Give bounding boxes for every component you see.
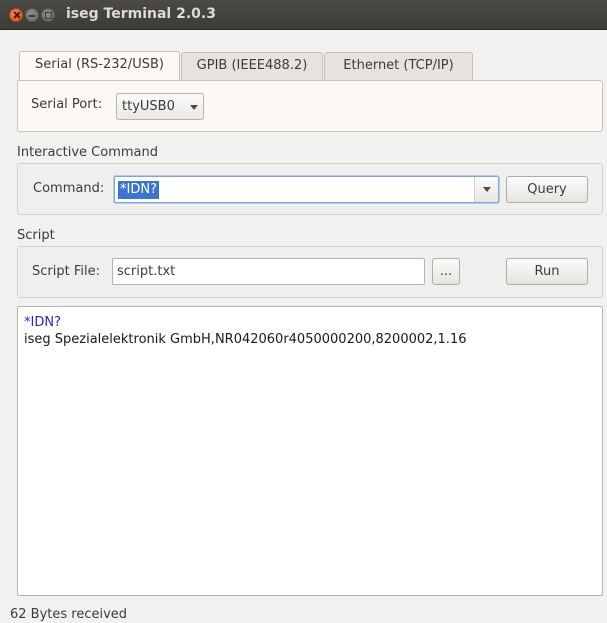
maximize-window-icon[interactable] [41, 8, 55, 22]
window-title: iseg Terminal 2.0.3 [66, 6, 216, 22]
status-bar: 62 Bytes received [10, 607, 128, 622]
tab-serial[interactable]: Serial (RS-232/USB) [19, 51, 180, 80]
output-command-line: *IDN? [24, 315, 61, 330]
query-button[interactable]: Query [506, 176, 588, 203]
script-file-value: script.txt [117, 264, 176, 279]
tab-ethernet[interactable]: Ethernet (TCP/IP) [324, 52, 473, 80]
chevron-down-icon [190, 105, 198, 110]
tab-gpib[interactable]: GPIB (IEEE488.2) [181, 52, 323, 80]
serial-port-select[interactable]: ttyUSB0 [116, 93, 204, 120]
minimize-window-icon[interactable] [25, 8, 39, 22]
serial-port-label: Serial Port: [31, 97, 103, 112]
serial-tab-panel: Serial Port: ttyUSB0 [17, 80, 603, 132]
run-button[interactable]: Run [506, 258, 588, 285]
script-file-input[interactable]: script.txt [112, 258, 425, 285]
command-value: *IDN? [118, 181, 159, 199]
command-input[interactable]: *IDN? [114, 176, 499, 203]
serial-port-value: ttyUSB0 [122, 99, 175, 114]
close-window-icon[interactable] [9, 8, 23, 22]
command-dropdown-button[interactable] [474, 177, 498, 202]
output-log[interactable]: *IDN? iseg Spezialelektronik GmbH,NR0420… [17, 306, 603, 596]
title-bar: iseg Terminal 2.0.3 [0, 0, 607, 30]
browse-button[interactable]: ... [432, 258, 460, 285]
script-title: Script [17, 228, 55, 243]
interactive-command-title: Interactive Command [17, 145, 158, 160]
output-response-line: iseg Spezialelektronik GmbH,NR042060r405… [24, 332, 467, 347]
script-file-label: Script File: [32, 264, 100, 279]
command-label: Command: [33, 181, 105, 196]
chevron-down-icon [483, 187, 491, 192]
